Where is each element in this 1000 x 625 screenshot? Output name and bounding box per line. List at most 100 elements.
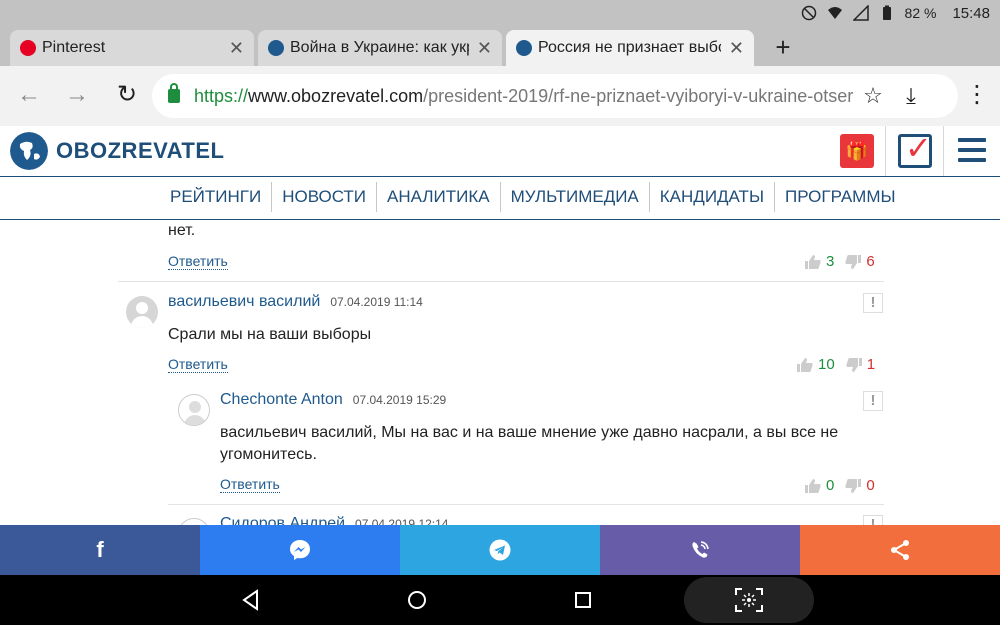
comment-date: 07.04.2019 11:14 [330,295,423,309]
new-tab-plus-icon[interactable]: + [768,32,798,62]
back-triangle-icon[interactable] [238,587,264,613]
vote-controls: 3 6 [804,253,875,270]
tab-strip: Pinterest ✕ Война в Украине: как укра ✕ … [0,26,1000,66]
downvote-count: 6 [866,253,875,270]
report-flag-icon[interactable]: ! [863,293,883,313]
download-icon[interactable]: ⤓ [892,83,930,109]
back-arrow-icon[interactable]: ← [14,80,44,110]
forward-arrow-icon[interactable]: → [62,80,92,110]
nav-item-news[interactable]: НОВОСТИ [272,182,378,212]
thumbs-up-icon[interactable] [804,254,822,270]
comment-author[interactable]: Chechonte Anton [220,391,343,408]
header-divider [885,126,886,176]
thumbs-down-icon[interactable] [844,254,862,270]
comment-text: Срали мы на ваши выборы [168,326,372,343]
messenger-icon [290,540,310,560]
reload-icon[interactable]: ↻ [112,80,142,110]
thumbs-up-icon[interactable] [804,478,822,494]
nav-item-programs[interactable]: ПРОГРАММЫ [775,182,906,212]
reply-link[interactable]: Ответить [168,253,228,270]
main-nav: РЕЙТИНГИ НОВОСТИ АНАЛИТИКА МУЛЬТИМЕДИА К… [160,182,906,212]
close-icon[interactable]: ✕ [477,38,492,59]
share-icon [891,540,909,560]
nav-item-analytics[interactable]: АНАЛИТИКА [377,182,501,212]
upvote-count: 0 [826,477,835,494]
vote-controls: 0 0 [804,477,875,494]
screen-capture-icon [735,588,763,612]
header-divider [943,126,944,176]
share-facebook-button[interactable]: f [0,525,200,575]
home-circle-icon[interactable] [404,587,430,613]
obozrevatel-favicon-icon [516,40,532,56]
tab-war-in-ukraine[interactable]: Война в Украине: как укра ✕ [258,30,502,66]
battery-icon [882,5,891,20]
comments-section: нет. Ответить 3 6 васильевич василий 07.0… [0,220,1000,525]
avatar [178,518,210,525]
comment-author[interactable]: Сидоров Андрей [220,515,345,525]
tab-russia-elections[interactable]: Россия не признает выбо ✕ [506,30,754,66]
nav-item-candidates[interactable]: КАНДИДАТЫ [650,182,775,212]
downvote-count: 0 [866,477,875,494]
share-telegram-button[interactable] [400,525,600,575]
hamburger-menu-icon[interactable] [958,138,986,162]
downvote-count: 1 [866,356,876,373]
comment-author[interactable]: васильевич василий [168,293,320,310]
close-icon[interactable]: ✕ [729,38,744,59]
tab-title: Pinterest [42,39,106,56]
share-bar: f [0,525,1000,575]
do-not-disturb-icon [801,5,816,21]
clock: 15:48 [952,4,990,22]
checkbox-tick-icon[interactable] [898,129,932,168]
thumbs-down-icon[interactable] [845,357,863,373]
report-flag-icon[interactable]: ! [863,391,883,411]
comment-date: 07.04.2019 15:29 [352,393,447,407]
comment-date: 07.04.2019 12:14 [355,517,449,525]
share-messenger-button[interactable] [200,525,400,575]
system-nav-bar [0,575,1000,625]
comment-header: Сидоров Андрей 07.04.2019 12:14 [220,515,448,525]
wifi-icon [827,7,842,19]
avatar [126,296,158,328]
recents-square-icon[interactable] [570,587,596,613]
comment-text: васильевич василий, Мы на вас и на ваше … [220,424,839,463]
bookmark-star-icon[interactable]: ☆ [854,83,892,109]
reply-link[interactable]: Ответить [220,476,280,493]
signal-icon [852,5,869,21]
header-rule [0,176,1000,177]
more-menu-icon[interactable]: ⋮ [962,80,992,110]
nav-item-multimedia[interactable]: МУЛЬТИМЕДИА [501,182,650,212]
browser-toolbar: ← → ↻ https://www.obozrevatel.com/presid… [0,66,1000,126]
close-icon[interactable]: ✕ [229,38,244,59]
report-flag-icon[interactable]: ! [863,515,883,525]
facebook-icon: f [96,537,104,562]
globe-logo-icon [10,132,48,170]
avatar [178,394,210,426]
site-logo[interactable]: OBOZREVATEL [10,132,224,170]
viber-phone-icon [692,541,709,558]
url-text[interactable]: https://www.obozrevatel.com/president-20… [194,86,854,107]
share-more-button[interactable] [800,525,1000,575]
comment-header: васильевич василий 07.04.2019 11:14 [168,293,423,311]
share-viber-button[interactable] [600,525,800,575]
battery-level: 82 % [904,5,937,21]
comment-text: нет. [168,222,196,239]
telegram-icon [489,539,511,561]
thumbs-down-icon[interactable] [844,478,862,494]
address-bar[interactable]: https://www.obozrevatel.com/president-20… [152,74,958,118]
vote-controls: 10 1 [796,356,875,373]
tab-title: Россия не признает выбо [538,39,721,56]
obozrevatel-favicon-icon [268,40,284,56]
comment-divider [168,504,884,505]
screenshot-pill[interactable] [684,577,814,623]
comment-header: Chechonte Anton 07.04.2019 15:29 [220,391,446,409]
reply-link[interactable]: Ответить [168,356,228,373]
nav-item-ratings[interactable]: РЕЙТИНГИ [160,182,273,212]
site-header: OBOZREVATEL 🎁 РЕЙТИНГИ НОВОСТИ АНАЛИТИКА… [0,126,1000,220]
pinterest-favicon-icon [20,40,36,56]
thumbs-up-icon[interactable] [796,357,814,373]
status-bar: 82 % 15:48 [0,0,1000,26]
gift-icon[interactable]: 🎁 [840,134,874,168]
tab-pinterest[interactable]: Pinterest ✕ [10,30,254,66]
lock-icon [168,83,180,103]
upvote-count: 10 [818,356,835,373]
